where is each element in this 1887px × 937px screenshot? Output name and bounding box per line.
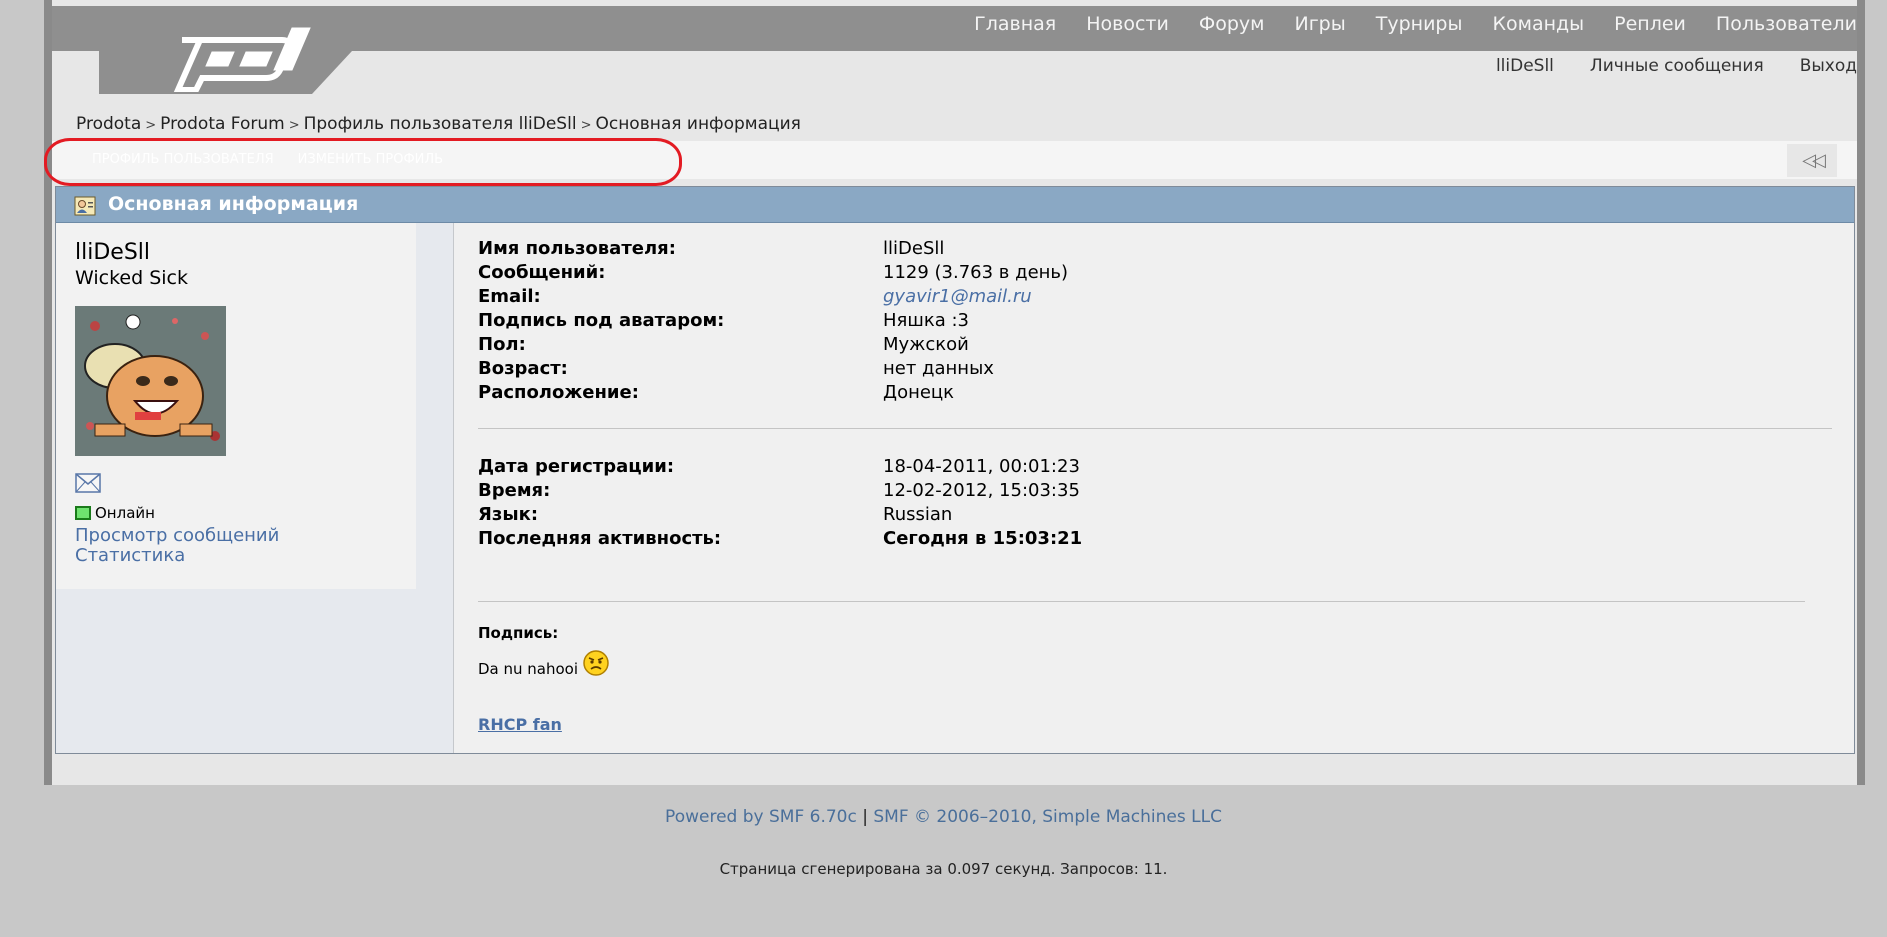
nav-users[interactable]: Пользователи bbox=[1716, 13, 1857, 35]
info-label: Пол: bbox=[478, 334, 526, 355]
nav-tournaments[interactable]: Турниры bbox=[1376, 13, 1463, 35]
info-row: Пол: Мужской bbox=[478, 333, 1068, 357]
info-row: Имя пользователя: lliDeSll bbox=[478, 237, 1068, 261]
info-value: 12-02-2012, 15:03:35 bbox=[883, 480, 1080, 501]
nav-replays[interactable]: Реплеи bbox=[1614, 13, 1686, 35]
info-label: Имя пользователя: bbox=[478, 238, 676, 259]
info-label: Возраст: bbox=[478, 358, 568, 379]
info-row: Сообщений: 1129 (3.763 в день) bbox=[478, 261, 1068, 285]
powered-by: Powered by SMF 6.70c | SMF © 2006–2010, … bbox=[0, 807, 1887, 827]
breadcrumb-item[interactable]: Prodota bbox=[76, 114, 141, 134]
signature-body: Da nu nahooi bbox=[478, 660, 579, 678]
info-row: Подпись под аватаром: Няшка :3 bbox=[478, 309, 1068, 333]
avatar-image bbox=[75, 306, 226, 456]
red-highlight-ellipse bbox=[44, 138, 682, 186]
info-label: Подпись под аватаром: bbox=[478, 310, 725, 331]
info-label: Email: bbox=[478, 286, 541, 307]
info-value: Сегодня в 15:03:21 bbox=[883, 528, 1083, 549]
panel-title: Основная информация bbox=[108, 193, 359, 215]
info-row: Расположение: Донецк bbox=[478, 381, 1068, 405]
generation-info: Страница сгенерирована за 0.097 секунд. … bbox=[719, 860, 1168, 878]
right-margin bbox=[1857, 0, 1887, 785]
email-link[interactable]: gyavir1@mail.ru bbox=[883, 285, 1032, 309]
info-value: Russian bbox=[883, 504, 953, 525]
statistics-link[interactable]: Статистика bbox=[75, 545, 185, 566]
breadcrumb-current: Основная информация bbox=[595, 114, 801, 134]
activity-list: Дата регистрации: 18-04-2011, 00:01:23 Вр… bbox=[478, 455, 1082, 551]
signature-link[interactable]: RHCP fan bbox=[478, 715, 562, 734]
nav-home[interactable]: Главная bbox=[974, 13, 1056, 35]
info-value: Донецк bbox=[883, 382, 955, 403]
info-value: Мужской bbox=[883, 334, 969, 355]
double-chevron-left-icon[interactable]: ◁◁ bbox=[1787, 144, 1837, 177]
info-label: Дата регистрации: bbox=[478, 456, 675, 477]
online-indicator-icon bbox=[75, 506, 91, 520]
info-row: Время: 12-02-2012, 15:03:35 bbox=[478, 479, 1082, 503]
info-row: Дата регистрации: 18-04-2011, 00:01:23 bbox=[478, 455, 1082, 479]
envelope-icon[interactable] bbox=[75, 473, 101, 493]
angry-smiley-icon bbox=[583, 650, 609, 676]
info-label: Сообщений: bbox=[478, 262, 606, 283]
breadcrumb-separator: > bbox=[145, 118, 157, 133]
left-margin bbox=[0, 0, 52, 785]
breadcrumb-separator: > bbox=[288, 118, 300, 133]
info-row: Последняя активность: Сегодня в 15:03:21 bbox=[478, 527, 1082, 551]
info-label: Время: bbox=[478, 480, 551, 501]
info-value: 1129 (3.763 в день) bbox=[883, 262, 1069, 283]
copyright-link[interactable]: SMF © 2006–2010, Simple Machines LLC bbox=[873, 807, 1222, 827]
footer-separator: | bbox=[862, 807, 868, 827]
divider bbox=[478, 428, 1832, 429]
profile-user-title: Wicked Sick bbox=[75, 267, 188, 289]
info-row: Возраст: нет данных bbox=[478, 357, 1068, 381]
info-list: Имя пользователя: lliDeSll Сообщений: 1129… bbox=[478, 237, 1068, 405]
main-nav: Главная Новости Форум Игры Турниры Коман… bbox=[944, 13, 1857, 35]
signature-text: Da nu nahooi bbox=[478, 650, 610, 683]
left-rail bbox=[44, 0, 52, 785]
online-status-label: Онлайн bbox=[95, 504, 155, 522]
breadcrumb: Prodota > Prodota Forum > Профиль пользовате… bbox=[76, 114, 801, 134]
nav-teams[interactable]: Команды bbox=[1493, 13, 1585, 35]
pd-logo[interactable] bbox=[142, 22, 342, 92]
info-row: Email: gyavir1@mail.ru bbox=[478, 285, 1068, 309]
user-nav-profile[interactable]: lliDeSll bbox=[1496, 56, 1554, 76]
signature-label: Подпись: bbox=[478, 624, 559, 642]
online-status: Онлайн bbox=[75, 504, 155, 522]
profile-username: lliDeSll bbox=[75, 240, 151, 265]
breadcrumb-item[interactable]: Профиль пользователя lliDeSll bbox=[304, 114, 577, 134]
powered-by-link[interactable]: Powered by SMF 6.70c bbox=[665, 807, 857, 827]
profile-card: lliDeSll Wicked Sick Онлайн Просмотр соо… bbox=[56, 223, 416, 589]
info-label: Язык: bbox=[478, 504, 539, 525]
user-nav-messages[interactable]: Личные сообщения bbox=[1590, 56, 1764, 76]
footer: Powered by SMF 6.70c | SMF © 2006–2010, … bbox=[0, 785, 1887, 937]
info-label: Последняя активность: bbox=[478, 528, 722, 549]
avatar bbox=[75, 306, 226, 456]
breadcrumb-item[interactable]: Prodota Forum bbox=[160, 114, 285, 134]
user-profile-icon bbox=[74, 196, 96, 216]
right-rail bbox=[1857, 0, 1865, 785]
profile-panel: Основная информация lliDeSll Wicked Sick bbox=[55, 186, 1855, 754]
info-label: Расположение: bbox=[478, 382, 639, 403]
breadcrumb-separator: > bbox=[580, 118, 592, 133]
info-value: lliDeSll bbox=[883, 238, 945, 259]
divider bbox=[478, 601, 1805, 602]
user-nav: lliDeSll Личные сообщения Выход bbox=[1460, 56, 1857, 76]
nav-games[interactable]: Игры bbox=[1294, 13, 1345, 35]
nav-news[interactable]: Новости bbox=[1086, 13, 1169, 35]
info-value: Няшка :3 bbox=[883, 310, 969, 331]
info-value: 18-04-2011, 00:01:23 bbox=[883, 456, 1080, 477]
page-wrapper: Главная Новости Форум Игры Турниры Коман… bbox=[44, 0, 1857, 785]
user-nav-logout[interactable]: Выход bbox=[1800, 56, 1857, 76]
info-row: Язык: Russian bbox=[478, 503, 1082, 527]
panel-header: Основная информация bbox=[56, 187, 1854, 223]
nav-forum[interactable]: Форум bbox=[1199, 13, 1265, 35]
view-posts-link[interactable]: Просмотр сообщений bbox=[75, 525, 279, 546]
profile-sidebar: lliDeSll Wicked Sick Онлайн Просмотр соо… bbox=[56, 223, 454, 753]
info-value: нет данных bbox=[883, 358, 994, 379]
